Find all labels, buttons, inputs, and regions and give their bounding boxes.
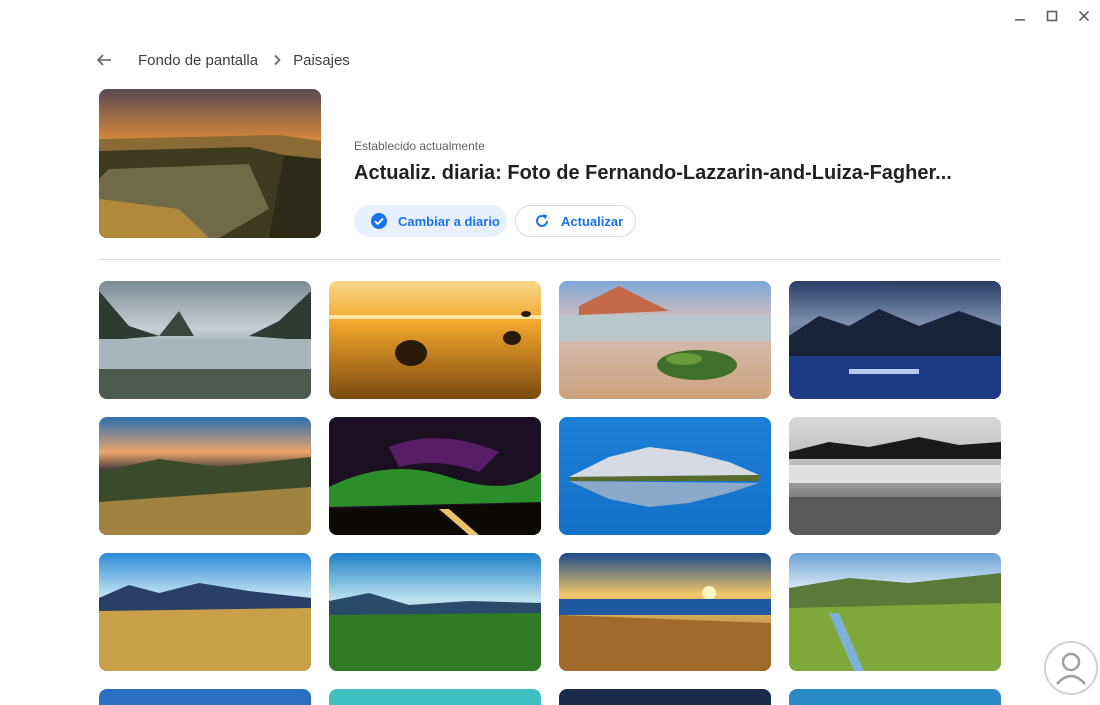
wallpaper-tile-sunset-valley-road[interactable] bbox=[99, 417, 311, 535]
daily-change-label: Cambiar a diario bbox=[398, 213, 500, 229]
wallpaper-tile-green-valley-stream[interactable] bbox=[789, 553, 1001, 671]
refresh-button[interactable]: Actualizar bbox=[515, 205, 636, 237]
breadcrumb-current: Paisajes bbox=[293, 51, 350, 69]
wallpaper-tile-partial[interactable] bbox=[559, 689, 771, 705]
wallpaper-tile-dark-blue-lake-mountains[interactable] bbox=[789, 281, 1001, 399]
maximize-button[interactable] bbox=[1039, 4, 1065, 28]
refresh-label: Actualizar bbox=[561, 213, 624, 229]
wallpaper-tile-partial[interactable] bbox=[329, 689, 541, 705]
minimize-button[interactable] bbox=[1007, 4, 1033, 28]
breadcrumb: Fondo de pantalla Paisajes bbox=[92, 46, 350, 74]
close-button[interactable] bbox=[1071, 4, 1097, 28]
wallpaper-tile-snowy-mountain-lake[interactable] bbox=[559, 417, 771, 535]
title-bar bbox=[0, 0, 1100, 32]
section-divider bbox=[99, 259, 1001, 260]
wallpaper-tile-sunset-lake-hills[interactable] bbox=[559, 553, 771, 671]
wallpaper-tile-misty-fjord-reflection[interactable] bbox=[99, 281, 311, 399]
status-label: Establecido actualmente bbox=[354, 139, 485, 153]
current-wallpaper-title: Actualiz. diaria: Foto de Fernando-Lazza… bbox=[354, 162, 952, 184]
chevron-right-icon bbox=[272, 54, 282, 66]
brand-logo-icon bbox=[1043, 640, 1099, 696]
current-wallpaper-preview bbox=[99, 89, 321, 238]
wallpaper-tile-golden-grass-mountains[interactable] bbox=[99, 553, 311, 671]
arrow-back-icon bbox=[96, 54, 111, 66]
wallpaper-tile-sandy-shore-green-rock[interactable] bbox=[559, 281, 771, 399]
back-button[interactable] bbox=[92, 48, 116, 72]
wallpaper-tile-green-field-blue-sky[interactable] bbox=[329, 553, 541, 671]
wallpaper-tile-partial[interactable] bbox=[99, 689, 311, 705]
wallpaper-tile-monochrome-lake-shore[interactable] bbox=[789, 417, 1001, 535]
daily-change-button[interactable]: Cambiar a diario bbox=[354, 205, 507, 237]
refresh-icon bbox=[533, 212, 551, 230]
wallpaper-tile-aurora-night-sky[interactable] bbox=[329, 417, 541, 535]
minimize-icon bbox=[1015, 19, 1025, 21]
maximize-icon bbox=[1046, 10, 1058, 22]
breadcrumb-root[interactable]: Fondo de pantalla bbox=[138, 52, 258, 69]
close-icon bbox=[1078, 10, 1090, 22]
wallpaper-tile-golden-beach-boulders[interactable] bbox=[329, 281, 541, 399]
wallpaper-tile-partial[interactable] bbox=[789, 689, 1001, 705]
check-circle-icon bbox=[370, 212, 388, 230]
